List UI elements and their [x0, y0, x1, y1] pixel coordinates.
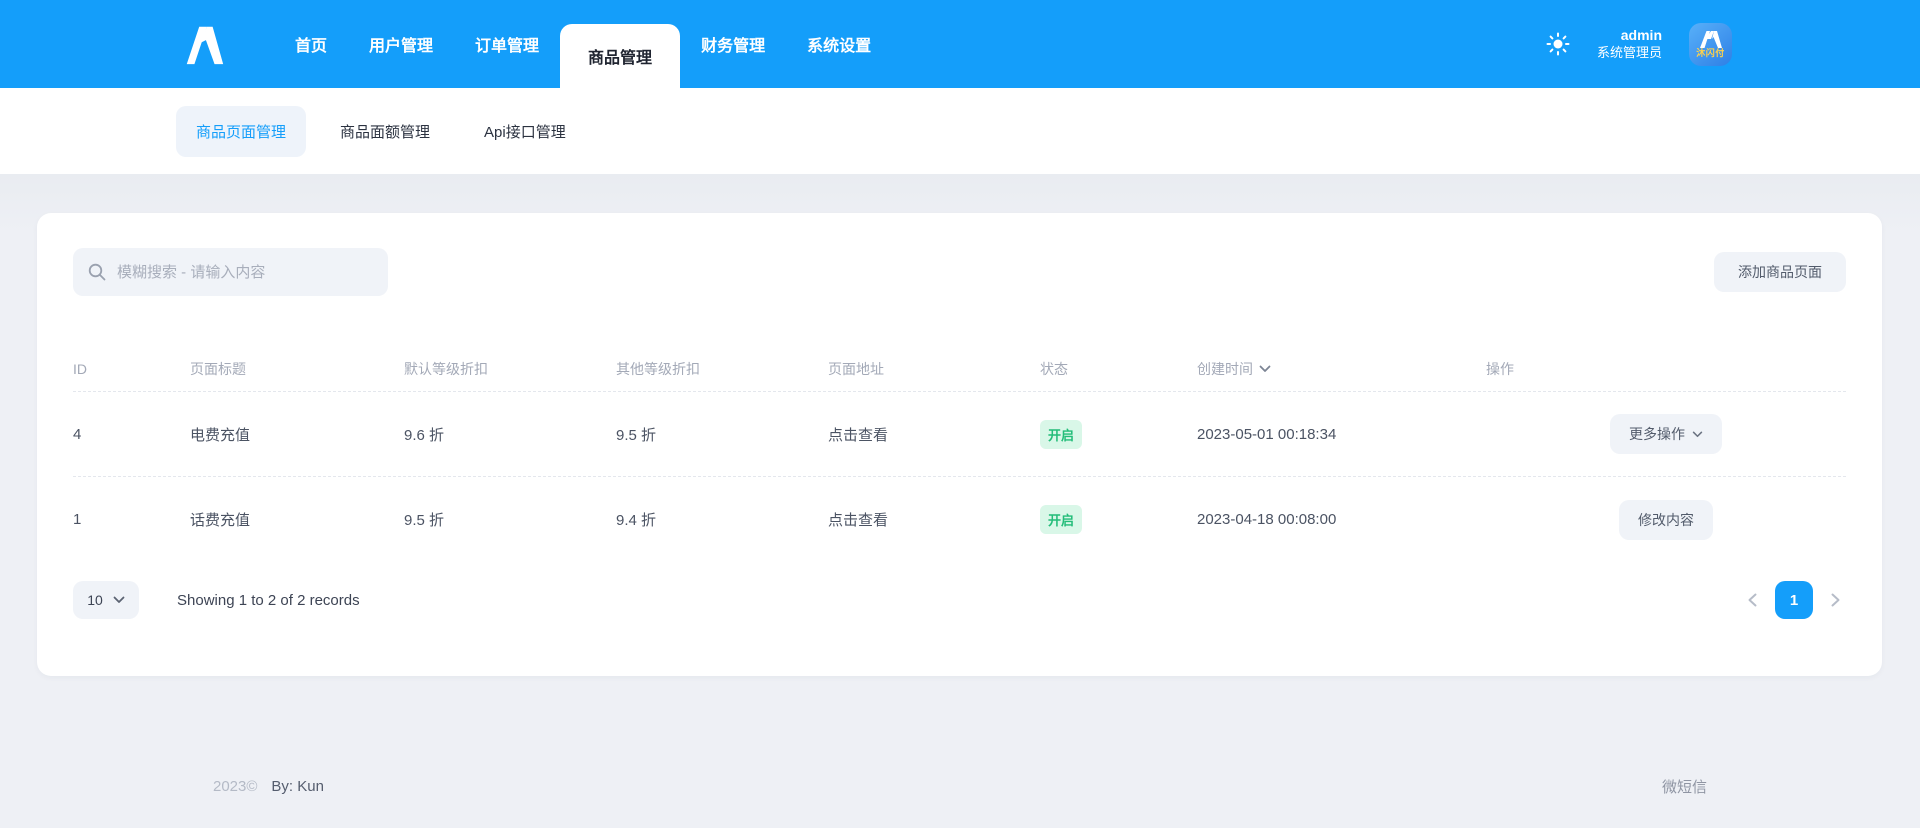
nav-item-settings[interactable]: 系统设置 [786, 0, 892, 88]
status-badge: 开启 [1040, 419, 1083, 449]
main-content: 添加商品页面 ID 页面标题 默认等级折扣 其他等级折扣 页面地址 状态 创建时… [0, 174, 1920, 828]
cell-id: 4 [73, 425, 82, 443]
cell-page-address-link[interactable]: 点击查看 [828, 424, 1040, 445]
col-header-created-sort[interactable]: 创建时间 [1197, 359, 1486, 379]
pagination-controls: 1 [1742, 581, 1846, 619]
cell-other-discount: 9.4 折 [616, 512, 657, 529]
status-badge: 开启 [1040, 505, 1083, 534]
search-box [73, 248, 388, 296]
logo-m-icon [186, 26, 224, 65]
col-header-actions: 操作 [1486, 360, 1514, 377]
cell-default-discount: 9.6 折 [404, 426, 445, 444]
avatar[interactable]: 沐闪付 [1689, 22, 1732, 66]
table-row: 1 话费充值 9.5 折 9.4 折 点击查看 开启 2023-04-18 00… [73, 477, 1846, 562]
nav-item-home[interactable]: 首页 [274, 0, 348, 88]
cell-actions: 更多操作 [1486, 414, 1846, 454]
app-logo[interactable] [181, 0, 227, 88]
footer-byline: By: Kun [271, 778, 324, 795]
chevron-left-icon [1748, 593, 1757, 607]
product-pages-card: 添加商品页面 ID 页面标题 默认等级折扣 其他等级折扣 页面地址 状态 创建时… [37, 213, 1882, 676]
page-footer: 2023© By: Kun 微短信 [37, 776, 1883, 797]
next-page-button[interactable] [1825, 587, 1846, 613]
col-header-other-discount: 其他等级折扣 [616, 360, 700, 377]
table-header-row: ID 页面标题 默认等级折扣 其他等级折扣 页面地址 状态 创建时间 操作 [73, 346, 1846, 392]
subtab-api-management[interactable]: Api接口管理 [464, 106, 586, 157]
card-toolbar: 添加商品页面 [73, 248, 1846, 296]
nav-item-orders[interactable]: 订单管理 [454, 0, 560, 88]
search-icon [88, 263, 106, 281]
col-header-title: 页面标题 [190, 360, 246, 377]
table-body: 4 电费充值 9.6 折 9.5 折 点击查看 开启 2023-05-01 00… [73, 392, 1846, 562]
cell-title: 话费充值 [190, 512, 251, 529]
user-role: 系统管理员 [1596, 44, 1662, 60]
chevron-down-icon [113, 596, 125, 603]
subnav: 商品页面管理 商品面额管理 Api接口管理 [0, 88, 1920, 174]
add-product-page-button[interactable]: 添加商品页面 [1714, 252, 1846, 292]
cell-default-discount: 9.5 折 [404, 512, 445, 529]
cell-title: 电费充值 [190, 426, 251, 444]
search-input[interactable] [117, 263, 374, 281]
cell-id: 1 [73, 511, 82, 528]
nav-item-products[interactable]: 商品管理 [560, 24, 681, 88]
user-info[interactable]: admin 系统管理员 [1597, 27, 1662, 61]
chevron-down-icon [1692, 431, 1703, 437]
pagination-summary: Showing 1 to 2 of 2 records [177, 591, 360, 609]
topbar-right: admin 系统管理员 沐闪付 [1546, 0, 1732, 88]
cell-created-at: 2023-04-18 00:08:00 [1197, 511, 1337, 528]
chevron-right-icon [1831, 593, 1840, 607]
prev-page-button[interactable] [1742, 587, 1763, 613]
subtab-product-pages[interactable]: 商品页面管理 [176, 105, 307, 157]
theme-toggle-button[interactable] [1546, 32, 1570, 56]
edit-content-button[interactable]: 修改内容 [1619, 499, 1713, 540]
col-header-status: 状态 [1040, 360, 1068, 377]
nav-item-users[interactable]: 用户管理 [348, 0, 454, 88]
avatar-logo-m-icon [1699, 31, 1722, 48]
more-actions-label: 更多操作 [1629, 426, 1685, 442]
top-navbar: 首页 用户管理 订单管理 商品管理 财务管理 系统设置 admin 系统管理员 [0, 0, 1920, 88]
edit-content-label: 修改内容 [1638, 511, 1694, 528]
footer-copyright: 2023© By: Kun [213, 778, 324, 795]
nav-item-finance[interactable]: 财务管理 [680, 0, 786, 88]
avatar-brand-text: 沐闪付 [1696, 48, 1725, 58]
footer-year: 2023© [213, 778, 258, 795]
table-row: 4 电费充值 9.6 折 9.5 折 点击查看 开启 2023-05-01 00… [73, 392, 1846, 477]
main-nav: 首页 用户管理 订单管理 商品管理 财务管理 系统设置 [274, 0, 892, 88]
sort-chevron-down-icon [1259, 365, 1271, 372]
more-actions-button[interactable]: 更多操作 [1610, 414, 1722, 454]
col-header-default-discount: 默认等级折扣 [404, 360, 488, 377]
footer-sms-link[interactable]: 微短信 [1662, 776, 1707, 797]
cell-other-discount: 9.5 折 [616, 426, 657, 444]
product-pages-table: ID 页面标题 默认等级折扣 其他等级折扣 页面地址 状态 创建时间 操作 4 [73, 346, 1846, 562]
page-number-button[interactable]: 1 [1775, 581, 1813, 619]
col-header-address: 页面地址 [828, 360, 884, 377]
subtab-product-denominations[interactable]: 商品面额管理 [320, 106, 450, 157]
page-size-select[interactable]: 10 [73, 581, 139, 619]
col-header-created-label: 创建时间 [1197, 360, 1253, 377]
page-size-value: 10 [87, 592, 103, 608]
cell-page-address-link[interactable]: 点击查看 [828, 509, 1040, 530]
cell-status: 开启 [1040, 419, 1197, 449]
pagination-bar: 10 Showing 1 to 2 of 2 records 1 [73, 581, 1846, 619]
user-name: admin [1620, 27, 1662, 44]
cell-created-at: 2023-05-01 00:18:34 [1197, 425, 1337, 443]
cell-actions: 修改内容 [1486, 499, 1846, 540]
cell-status: 开启 [1040, 505, 1197, 534]
col-header-id: ID [73, 360, 87, 377]
sun-icon [1546, 32, 1570, 56]
